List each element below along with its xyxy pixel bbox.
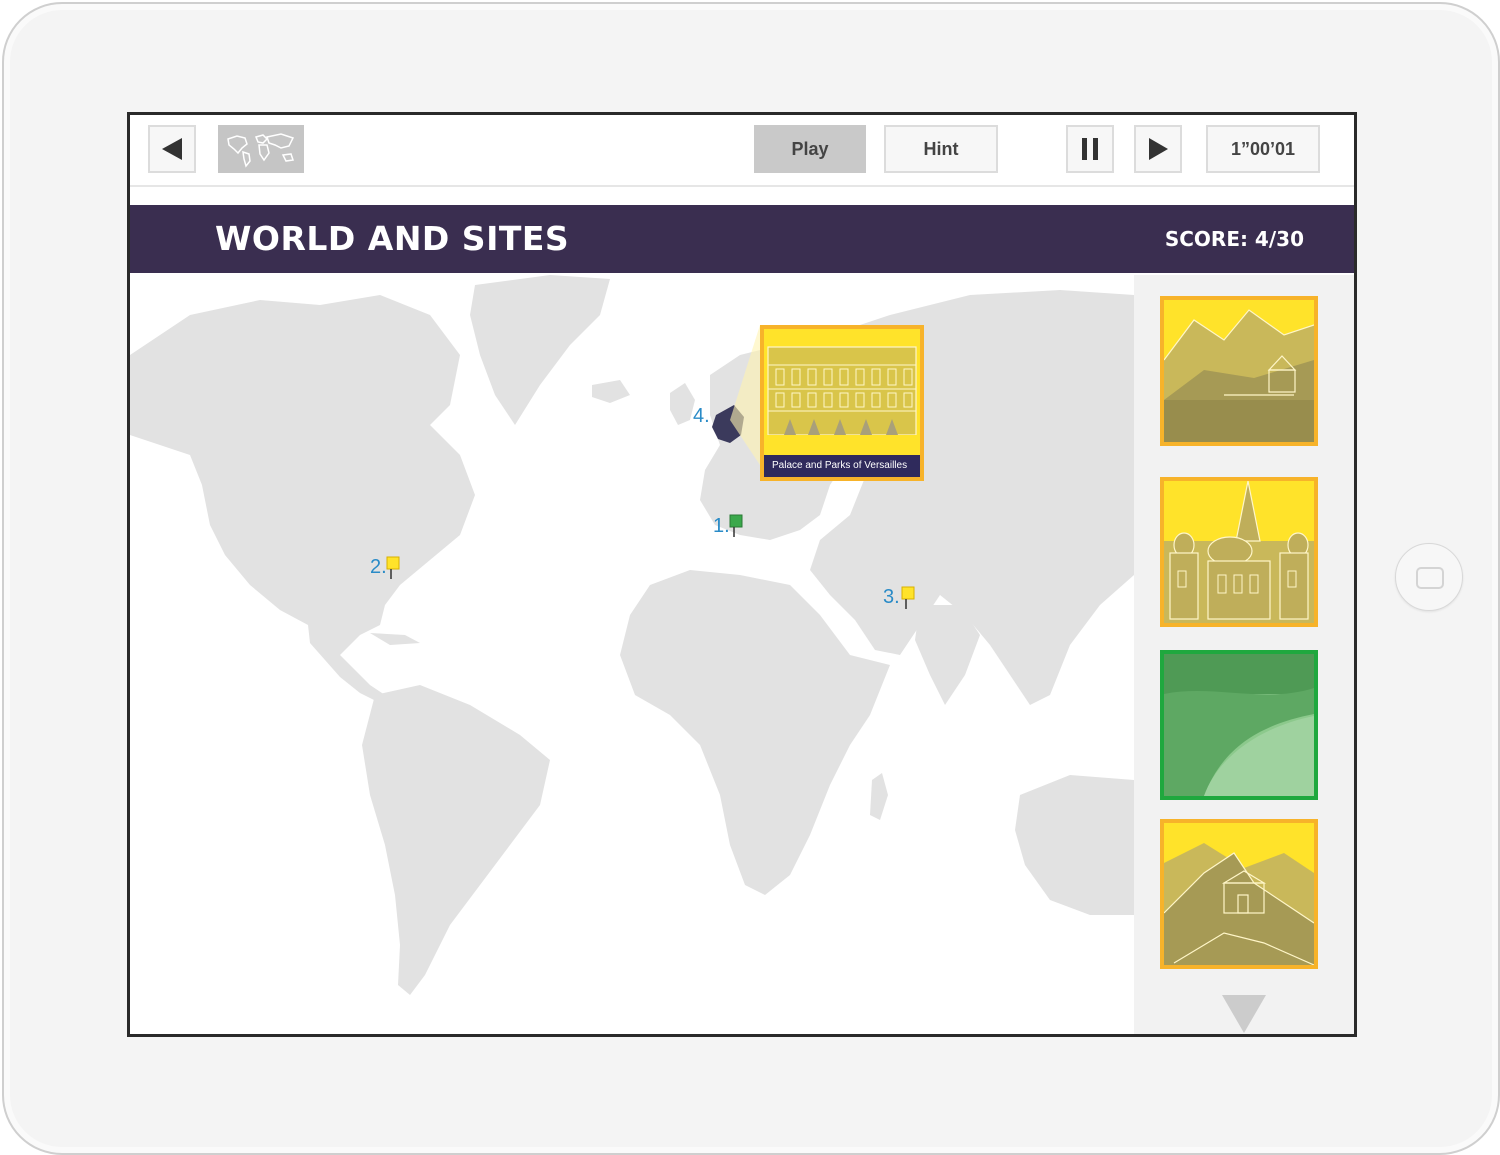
resume-button[interactable]: [1134, 125, 1182, 173]
home-icon: [1416, 567, 1444, 589]
africa-shape: [620, 570, 890, 895]
greenland-shape: [470, 275, 610, 425]
uk-shape: [670, 383, 695, 425]
great-wall-illustration: [1164, 823, 1314, 965]
versailles-illustration: [764, 329, 920, 455]
marker-4-label: 4.: [693, 405, 710, 427]
coastline-illustration: [1164, 654, 1314, 796]
back-button[interactable]: [148, 125, 196, 173]
app-screen: Play Hint 1”00’01 WORLD AND SITES SCORE:…: [127, 112, 1357, 1037]
site-card-great-wall[interactable]: [1160, 819, 1318, 969]
north-america-shape: [130, 295, 475, 655]
site-card-cathedral[interactable]: [1160, 477, 1318, 627]
hint-button[interactable]: Hint: [884, 125, 998, 173]
madagascar-shape: [870, 773, 888, 820]
site-card-mountain-village[interactable]: [1160, 296, 1318, 446]
chevron-down-icon[interactable]: [1222, 995, 1266, 1033]
cathedral-illustration: [1164, 481, 1314, 623]
caribbean-shape: [370, 633, 420, 645]
popup-caption: Palace and Parks of Versailles: [764, 455, 920, 477]
score-display: SCORE: 4/30: [1164, 227, 1304, 251]
site-card-coastline[interactable]: [1160, 650, 1318, 800]
play-icon: [1149, 138, 1168, 160]
back-arrow-icon: [162, 138, 182, 160]
pause-button[interactable]: [1066, 125, 1114, 173]
home-button[interactable]: [1395, 543, 1463, 611]
play-button[interactable]: Play: [754, 125, 866, 173]
australia-shape: [1015, 775, 1134, 915]
title-banner: WORLD AND SITES SCORE: 4/30: [130, 205, 1354, 273]
site-popup-card[interactable]: Palace and Parks of Versailles: [760, 325, 924, 481]
mountain-village-illustration: [1164, 300, 1314, 442]
page-title: WORLD AND SITES: [215, 219, 570, 258]
marker-2-label: 2.: [370, 556, 387, 578]
pause-icon: [1082, 138, 1098, 160]
world-map-icon: [227, 133, 295, 168]
world-map-button[interactable]: [218, 125, 304, 173]
marker-1-label: 1.: [713, 515, 730, 537]
toolbar: Play Hint 1”00’01: [130, 115, 1354, 187]
south-america-shape: [362, 685, 550, 995]
timer-display: 1”00’01: [1206, 125, 1320, 173]
marker-3-label: 3.: [883, 586, 900, 608]
iceland-shape: [592, 380, 630, 403]
